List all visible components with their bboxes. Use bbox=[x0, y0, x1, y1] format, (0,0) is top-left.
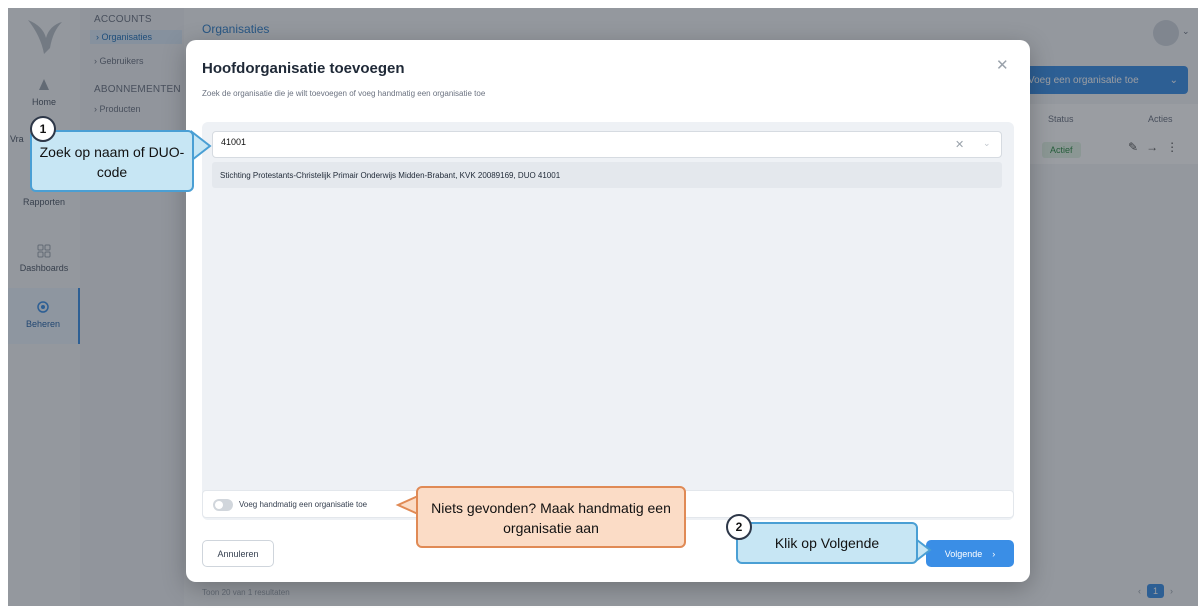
cancel-button[interactable]: Annuleren bbox=[202, 540, 274, 567]
organisation-search[interactable]: ✕ ⌄ bbox=[212, 131, 1002, 158]
step-badge-2: 2 bbox=[726, 514, 752, 540]
chevron-down-icon[interactable]: ⌄ bbox=[983, 138, 991, 149]
toggle-label: Voeg handmatig een organisatie toe bbox=[239, 500, 368, 509]
chevron-right-icon: › bbox=[992, 548, 996, 559]
search-result-item[interactable]: Stichting Protestants-Christelijk Primai… bbox=[212, 162, 1002, 188]
step-badge-1: 1 bbox=[30, 116, 56, 142]
modal-title: Hoofdorganisatie toevoegen bbox=[202, 60, 405, 77]
search-input[interactable] bbox=[219, 136, 923, 148]
callout-step2: Klik op Volgende bbox=[736, 522, 918, 564]
next-button[interactable]: Volgende › bbox=[926, 540, 1014, 567]
callout-step1: Zoek op naam of DUO-code bbox=[30, 130, 194, 192]
clear-icon[interactable]: ✕ bbox=[955, 138, 964, 151]
callout-hint: Niets gevonden? Maak handmatig een organ… bbox=[416, 486, 686, 548]
manual-organisation-toggle[interactable] bbox=[213, 499, 233, 511]
next-button-label: Volgende bbox=[944, 548, 983, 559]
modal-subtitle: Zoek de organisatie die je wilt toevoege… bbox=[202, 89, 486, 98]
search-panel: ✕ ⌄ Stichting Protestants-Christelijk Pr… bbox=[202, 122, 1014, 520]
close-icon[interactable]: ✕ bbox=[996, 56, 1009, 74]
